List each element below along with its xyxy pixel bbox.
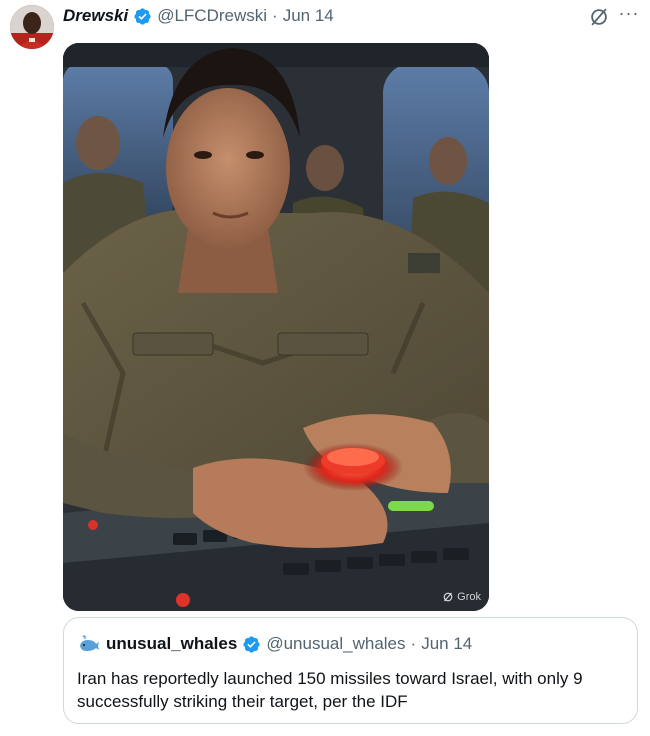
quoted-handle[interactable]: @unusual_whales	[266, 634, 405, 654]
verified-badge-icon	[134, 7, 151, 25]
whale-icon[interactable]	[77, 632, 101, 656]
quoted-separator: ·	[410, 634, 417, 653]
quoted-tweet-header: unusual_whales @unusual_whales · Jun 14	[77, 633, 472, 655]
soldier-button-photo	[63, 43, 489, 611]
grok-watermark-icon	[443, 592, 453, 602]
grok-watermark-label: Grok	[457, 591, 481, 603]
tweet[interactable]: Drewski @LFCDrewski · Jun 14 ··· Grok un…	[0, 0, 650, 736]
header-separator: ·	[272, 6, 278, 25]
quoted-tweet-text: Iran has reportedly launched 150 missile…	[77, 669, 583, 711]
author-avatar[interactable]	[10, 5, 54, 49]
author-handle[interactable]: @LFCDrewski	[157, 6, 267, 26]
grok-icon	[591, 8, 607, 26]
tweet-header: Drewski @LFCDrewski · Jun 14	[63, 5, 334, 27]
tweet-date[interactable]: Jun 14	[283, 6, 334, 26]
quoted-display-name[interactable]: unusual_whales	[106, 634, 237, 654]
author-display-name[interactable]: Drewski	[63, 6, 128, 26]
quoted-tweet[interactable]: unusual_whales @unusual_whales · Jun 14 …	[63, 617, 638, 724]
tweet-media-image[interactable]: Grok	[63, 43, 489, 611]
user-avatar-icon	[10, 5, 54, 49]
grok-button[interactable]	[588, 6, 610, 28]
grok-watermark: Grok	[442, 591, 481, 603]
quoted-date[interactable]: Jun 14	[421, 634, 472, 654]
quoted-verified-badge-icon	[243, 635, 260, 653]
more-options-button[interactable]: ···	[618, 4, 640, 28]
